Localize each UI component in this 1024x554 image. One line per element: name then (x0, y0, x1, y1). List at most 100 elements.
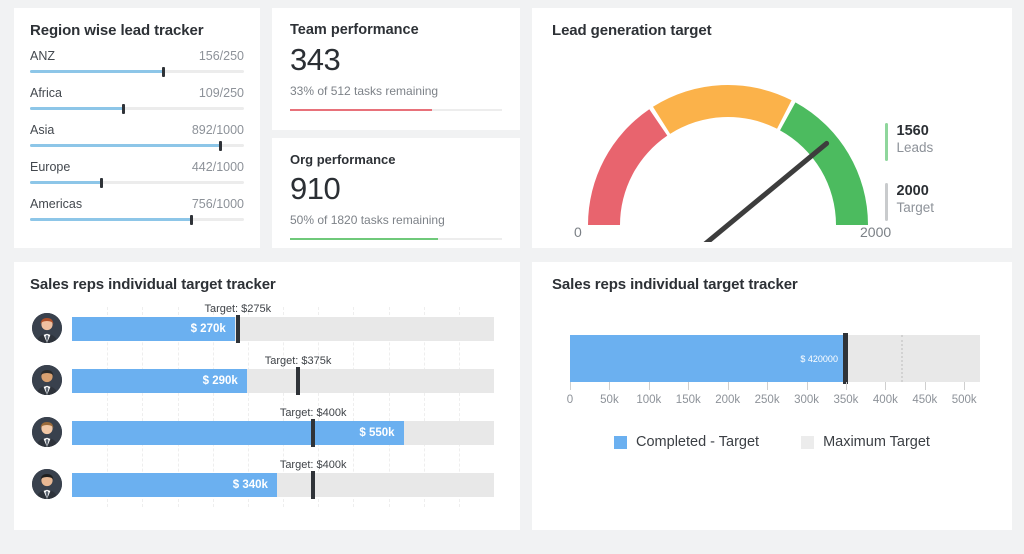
sales-reps-summary-title: Sales reps individual target tracker (552, 276, 798, 293)
summary-bullet-fill: $ 420000 (570, 335, 846, 382)
org-performance-progress-fill (290, 237, 439, 241)
region-row: Asia 892/1000 (30, 123, 244, 151)
axis-tick-label: 200k (715, 394, 741, 406)
avatar (32, 469, 62, 499)
team-performance-progress-track (290, 108, 502, 112)
region-list: ANZ 156/250 Africa 109/250 Asia 892/1000 Europ… (30, 49, 244, 225)
region-progress-fill (30, 107, 124, 110)
gauge-band (780, 102, 868, 225)
axis-tick-label: 150k (675, 394, 701, 406)
region-value: 756/1000 (191, 197, 244, 211)
axis-tick-label: 50k (600, 394, 619, 406)
team-performance-value: 343 (290, 42, 341, 77)
summary-bullet-track: $ 420000 (570, 333, 980, 384)
team-performance-title: Team performance (290, 22, 419, 38)
region-value: 156/250 (198, 49, 244, 63)
gauge-legend: 1560 Leads 2000 Target (885, 123, 980, 243)
axis-tick (727, 382, 729, 390)
axis-tick (924, 382, 926, 390)
bullet-fill: $ 550k (72, 421, 404, 445)
axis-tick (570, 382, 571, 390)
summary-bullet-chart: $ 420000 0 50k 100k 150k 200k 250k 300k 350k 400… (552, 333, 994, 406)
org-performance-subtitle: 50% of 1820 tasks remaining (290, 212, 445, 227)
gauge-needle (703, 140, 830, 242)
bullet-fill: $ 270k (72, 317, 235, 341)
legend-label: Completed - Target (636, 434, 760, 450)
team-performance-subtitle: 33% of 512 tasks remaining (290, 83, 439, 98)
axis-tick-label: 400k (872, 394, 898, 406)
region-value: 892/1000 (191, 123, 244, 137)
region-name: Americas (30, 197, 83, 211)
bullet-target-label: Target: $375k (264, 355, 332, 367)
gauge-legend-label: Leads (896, 139, 934, 155)
bullet-fill: $ 340k (72, 473, 277, 497)
axis-tick-label: 350k (833, 394, 859, 406)
gauge-legend-text: 2000 Target (897, 183, 935, 221)
bullet-target-marker (235, 315, 240, 343)
region-progress-track (30, 177, 244, 188)
region-row: Europe 442/1000 (30, 160, 244, 188)
region-lead-tracker-card: Region wise lead tracker ANZ 156/250 Afric… (14, 8, 260, 248)
region-progress-marker (219, 140, 223, 151)
axis-tick (806, 382, 808, 390)
summary-bullet-value-label: $ 420000 (800, 353, 838, 364)
bullet-track: $ 290k Target: $375k (72, 355, 494, 395)
gauge-legend-swatch (885, 183, 888, 221)
bullet-row: $ 550k Target: $400k (30, 405, 504, 457)
legend-swatch (801, 435, 815, 449)
region-name: Asia (30, 123, 55, 137)
bullet-row: $ 290k Target: $375k (30, 353, 504, 405)
region-progress-marker (190, 214, 194, 225)
dashboard: Region wise lead tracker ANZ 156/250 Afric… (0, 0, 1024, 554)
legend-swatch (614, 435, 628, 449)
region-row: Africa 109/250 (30, 86, 244, 114)
bullet-value-label: $ 550k (359, 427, 395, 439)
team-performance-progress-fill (290, 108, 433, 112)
axis-tick-label: 100k (636, 394, 662, 406)
region-row-header: ANZ 156/250 (30, 49, 244, 63)
org-performance-value: 910 (290, 171, 341, 206)
bullet-value-label: $ 290k (202, 375, 238, 387)
axis-tick (885, 382, 887, 390)
team-performance-card: Team performance 343 33% of 512 tasks re… (272, 8, 520, 130)
region-progress-fill (30, 218, 192, 221)
org-performance-title: Org performance (290, 152, 396, 167)
region-progress-marker (121, 103, 125, 114)
bullet-track: $ 550k Target: $400k (72, 407, 494, 447)
axis-tick (609, 382, 611, 390)
region-row-header: Americas 756/1000 (30, 197, 244, 211)
bullet-target-label: Target: $400k (279, 407, 347, 419)
region-progress-marker (100, 177, 104, 188)
region-value: 442/1000 (191, 160, 244, 174)
legend-item[interactable]: Maximum Target (801, 434, 930, 450)
gauge-body: 0 2000 1560 Leads 2000 Target (552, 39, 994, 242)
summary-bullet-target-line (901, 335, 904, 382)
region-progress-fill (30, 70, 164, 73)
org-performance-card: Org performance 910 50% of 1820 tasks re… (272, 138, 520, 248)
summary-bullet-axis: 0 50k 100k 150k 200k 250k 300k 350k 400k 450k 500k (567, 382, 980, 410)
bullet-value-label: $ 270k (190, 323, 226, 335)
region-row-header: Asia 892/1000 (30, 123, 244, 137)
axis-tick (964, 382, 966, 390)
bullet-track: $ 270k Target: $275k (72, 303, 494, 343)
gauge-title: Lead generation target (552, 22, 712, 39)
region-row: Americas 756/1000 (30, 197, 244, 225)
gauge-legend-swatch (885, 123, 888, 161)
region-value: 109/250 (198, 86, 244, 100)
region-row: ANZ 156/250 (30, 49, 244, 77)
bullet-row: $ 340k Target: $400k (30, 457, 504, 509)
gauge-band (652, 84, 792, 134)
sales-reps-summary-card: Sales reps individual target tracker $ 4… (532, 262, 1012, 530)
legend-item[interactable]: Completed - Target (614, 434, 759, 450)
gauge-legend-value: 2000 (896, 183, 929, 199)
region-progress-track (30, 214, 244, 225)
gauge-band (588, 109, 668, 225)
axis-tick (648, 382, 650, 390)
bullet-value-label: $ 340k (232, 479, 268, 491)
region-progress-fill (30, 181, 102, 184)
org-performance-progress-track (290, 237, 502, 241)
axis-tick-label: 250k (754, 394, 780, 406)
bullet-target-label: Target: $275k (204, 303, 272, 315)
gauge-legend-item: 2000 Target (885, 183, 980, 221)
gauge-min-label: 0 (574, 224, 582, 240)
